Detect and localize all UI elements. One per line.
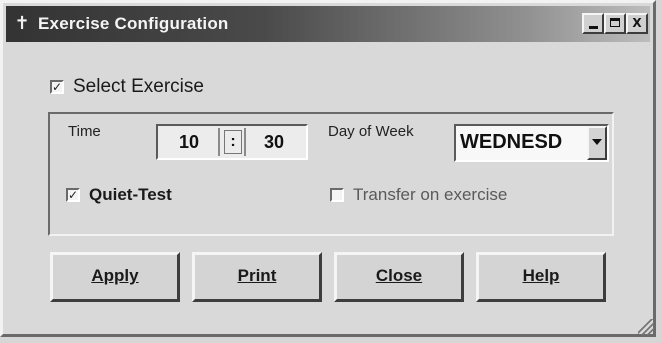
close-window-button[interactable]: X (626, 13, 648, 34)
cross-icon[interactable]: ✝ (12, 14, 32, 34)
transfer-checkbox-row[interactable]: Transfer on exercise (330, 185, 507, 205)
minimize-icon (588, 26, 598, 29)
transfer-label: Transfer on exercise (353, 185, 508, 204)
maximize-button[interactable] (604, 13, 626, 34)
day-of-week-select[interactable]: WEDNESD (454, 124, 609, 162)
chevron-down-icon[interactable] (587, 126, 607, 160)
close-button[interactable]: Close (334, 252, 464, 302)
apply-button[interactable]: Apply (50, 252, 180, 302)
print-button[interactable]: Print (192, 252, 322, 302)
quiet-test-label: Quiet-Test (89, 185, 172, 204)
maximize-icon (610, 18, 620, 27)
hour-field[interactable]: 10 (162, 128, 216, 156)
time-input[interactable]: 10 : 30 (156, 124, 308, 160)
help-button[interactable]: Help (476, 252, 606, 302)
transfer-checkbox[interactable] (330, 188, 344, 202)
minute-field[interactable]: 30 (246, 128, 302, 156)
quiet-test-checkbox[interactable] (66, 188, 80, 202)
select-exercise-label: Select Exercise (73, 76, 204, 97)
time-label: Time (68, 123, 101, 140)
day-of-week-label: Day of Week (328, 123, 414, 140)
resize-grip-icon[interactable] (638, 319, 654, 335)
day-of-week-value: WEDNESD (460, 131, 563, 153)
select-exercise-checkbox[interactable] (50, 80, 64, 94)
time-divider (218, 128, 220, 156)
quiet-test-checkbox-row[interactable]: Quiet-Test (66, 185, 172, 205)
time-separator: : (224, 130, 242, 154)
title-bar[interactable]: ✝ Exercise Configuration X (6, 6, 650, 42)
close-icon: X (632, 16, 642, 30)
window-title: Exercise Configuration (38, 14, 229, 33)
minimize-button[interactable] (582, 13, 604, 34)
select-exercise-checkbox-row[interactable]: Select Exercise (50, 76, 204, 98)
